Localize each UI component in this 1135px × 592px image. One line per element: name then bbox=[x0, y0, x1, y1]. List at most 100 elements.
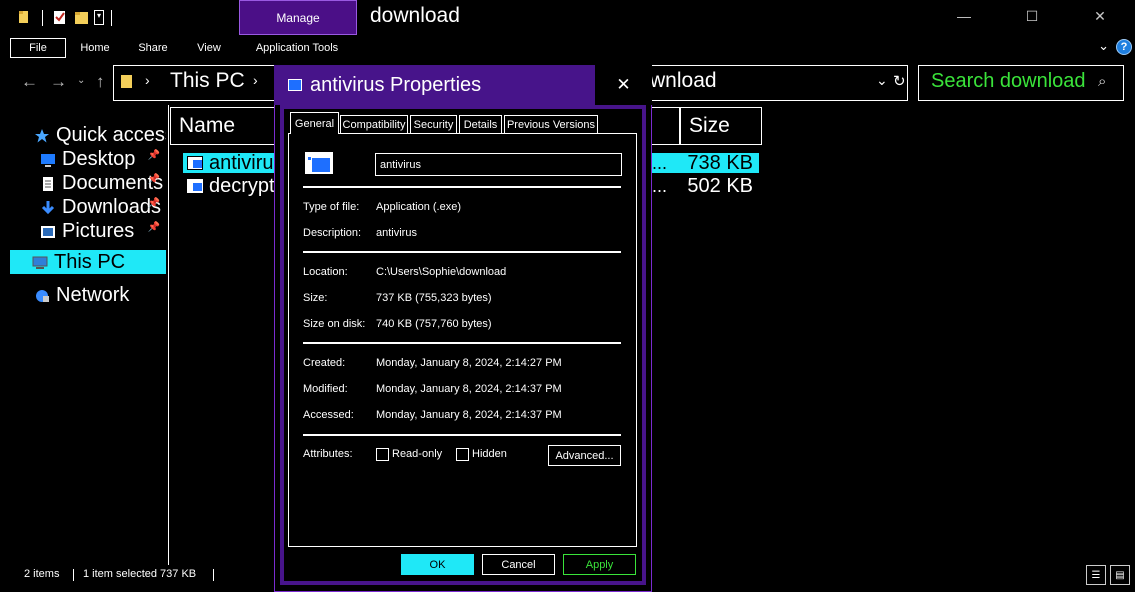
status-selection: 1 item selected 737 KB bbox=[83, 568, 197, 580]
pictures-icon bbox=[40, 223, 56, 239]
maximize-button[interactable]: ☐ bbox=[1009, 4, 1055, 28]
hidden-label[interactable]: Hidden bbox=[472, 448, 507, 460]
tab-share[interactable]: Share bbox=[128, 38, 178, 58]
dialog-title: antivirus Properties bbox=[310, 73, 482, 96]
sidebar-item-label: Pictures bbox=[62, 219, 135, 242]
application-icon bbox=[187, 156, 203, 170]
sidebar-item-this-pc[interactable]: This PC bbox=[10, 250, 166, 274]
back-arrow-icon[interactable]: ← bbox=[21, 72, 38, 92]
breadcrumb-separator[interactable]: › bbox=[253, 72, 258, 88]
attributes-label: Attributes: bbox=[303, 448, 353, 460]
tab-details[interactable]: Details bbox=[459, 115, 502, 133]
column-header-partial[interactable] bbox=[650, 107, 680, 145]
close-window-button[interactable]: ✕ bbox=[1077, 4, 1123, 28]
read-only-label[interactable]: Read-only bbox=[392, 448, 442, 460]
forward-arrow-icon[interactable]: → bbox=[50, 72, 67, 92]
sidebar-item-downloads[interactable]: Downloads 📌 bbox=[40, 195, 166, 219]
tab-previous-versions[interactable]: Previous Versions bbox=[504, 115, 598, 133]
tab-file[interactable]: File bbox=[10, 38, 66, 58]
star-icon bbox=[34, 127, 50, 143]
large-icons-view-button[interactable]: ▤ bbox=[1110, 565, 1130, 585]
cancel-button[interactable]: Cancel bbox=[482, 554, 555, 575]
breadcrumb-current-partial[interactable]: wnload bbox=[650, 69, 717, 93]
description-value: antivirus bbox=[376, 227, 417, 239]
tab-application-tools[interactable]: Application Tools bbox=[243, 38, 351, 58]
sidebar-item-pictures[interactable]: Pictures 📌 bbox=[40, 219, 166, 243]
window-title: download bbox=[370, 4, 460, 27]
desktop-icon bbox=[40, 151, 56, 167]
status-separator bbox=[213, 569, 214, 581]
type-label: Type of file: bbox=[303, 201, 360, 213]
pin-icon[interactable]: 📌 bbox=[148, 222, 160, 233]
sidebar-item-label: Network bbox=[56, 283, 130, 306]
divider bbox=[303, 251, 621, 253]
column-header-size[interactable]: Size bbox=[680, 107, 762, 145]
address-folder-icon bbox=[120, 73, 134, 94]
divider bbox=[303, 186, 621, 188]
this-pc-icon bbox=[32, 254, 48, 270]
breadcrumb-separator[interactable]: › bbox=[145, 72, 150, 88]
divider bbox=[303, 434, 621, 436]
file-name: decrypt bbox=[209, 174, 275, 197]
size-on-disk-label: Size on disk: bbox=[303, 318, 366, 330]
breadcrumb-this-pc[interactable]: This PC bbox=[170, 69, 245, 93]
advanced-button[interactable]: Advanced... bbox=[548, 445, 621, 466]
details-view-button[interactable]: ☰ bbox=[1086, 565, 1106, 585]
minimize-button[interactable]: — bbox=[941, 4, 987, 28]
properties-icon[interactable] bbox=[52, 8, 68, 26]
qat-dropdown-icon[interactable]: ▾ bbox=[94, 10, 104, 25]
ok-button[interactable]: OK bbox=[401, 554, 474, 575]
sidebar-item-label: Downloads bbox=[62, 195, 161, 218]
folder-icon bbox=[18, 8, 32, 26]
refresh-icon[interactable]: ↻ bbox=[893, 72, 906, 90]
pin-icon[interactable]: 📌 bbox=[148, 174, 160, 185]
accessed-value: Monday, January 8, 2024, 2:14:37 PM bbox=[376, 409, 562, 421]
type-value: Application (.exe) bbox=[376, 201, 461, 213]
file-name-field[interactable] bbox=[375, 153, 622, 176]
help-icon[interactable]: ? bbox=[1116, 39, 1132, 55]
sidebar-item-label: Desktop bbox=[62, 147, 136, 170]
file-size: 738 KB bbox=[687, 151, 753, 174]
dialog-close-button[interactable]: ✕ bbox=[595, 65, 652, 105]
dialog-title-bar[interactable]: antivirus Properties bbox=[274, 65, 595, 105]
address-dropdown-chevron-icon[interactable]: ⌄ bbox=[876, 72, 888, 89]
divider bbox=[303, 342, 621, 344]
new-folder-icon[interactable] bbox=[74, 8, 90, 26]
status-item-count: 2 items bbox=[24, 568, 60, 580]
sidebar-item-network[interactable]: Network bbox=[34, 283, 166, 307]
sidebar-item-quick-access[interactable]: Quick access bbox=[34, 123, 166, 147]
file-name: antivirus bbox=[209, 151, 284, 174]
manage-tab[interactable]: Manage bbox=[239, 0, 357, 35]
tab-general[interactable]: General bbox=[290, 112, 339, 134]
read-only-checkbox[interactable] bbox=[376, 448, 389, 461]
pane-divider bbox=[168, 105, 169, 565]
apply-button[interactable]: Apply bbox=[563, 554, 636, 575]
application-icon bbox=[288, 79, 302, 91]
tab-compatibility[interactable]: Compatibility bbox=[340, 115, 408, 133]
column-header-name[interactable]: Name bbox=[170, 107, 282, 145]
search-icon[interactable]: ⌕ bbox=[1098, 73, 1106, 90]
toolbar-separator bbox=[42, 10, 43, 26]
accessed-label: Accessed: bbox=[303, 409, 354, 421]
hidden-checkbox[interactable] bbox=[456, 448, 469, 461]
pin-icon[interactable]: 📌 bbox=[148, 150, 160, 161]
location-label: Location: bbox=[303, 266, 348, 278]
pin-icon[interactable]: 📌 bbox=[148, 198, 160, 209]
recent-locations-chevron-icon[interactable]: ⌄ bbox=[77, 75, 85, 86]
ribbon-collapse-chevron-icon[interactable]: ⌄ bbox=[1098, 38, 1109, 54]
tab-view[interactable]: View bbox=[186, 38, 232, 58]
modified-label: Modified: bbox=[303, 383, 348, 395]
downloads-icon bbox=[40, 199, 56, 215]
application-icon bbox=[187, 179, 203, 193]
tab-security[interactable]: Security bbox=[410, 115, 457, 133]
sidebar-item-desktop[interactable]: Desktop 📌 bbox=[40, 147, 166, 171]
created-label: Created: bbox=[303, 357, 346, 369]
search-placeholder[interactable]: Search download bbox=[931, 70, 1086, 93]
size-value: 737 KB (755,323 bytes) bbox=[376, 292, 492, 304]
toolbar-separator bbox=[111, 10, 112, 26]
tab-home[interactable]: Home bbox=[70, 38, 120, 58]
sidebar-item-documents[interactable]: Documents 📌 bbox=[40, 171, 166, 195]
general-tab-panel bbox=[288, 133, 637, 547]
size-label: Size: bbox=[303, 292, 328, 304]
up-arrow-icon[interactable]: ↑ bbox=[96, 72, 105, 92]
